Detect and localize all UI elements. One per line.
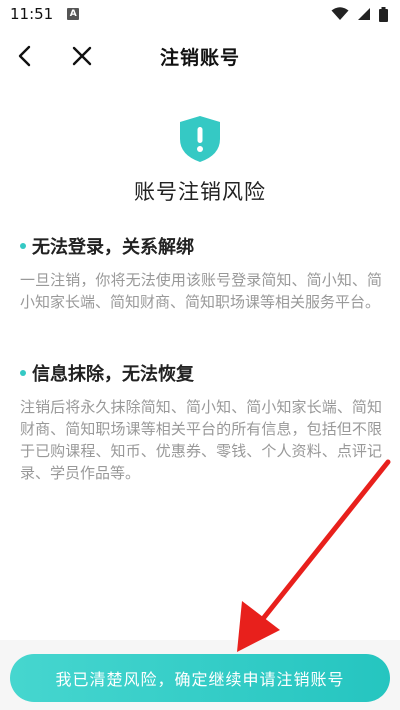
section-body: 注销后将永久抹除简知、简小知、简小知家长端、简知财商、简知职场课等相关平台的所有… <box>20 398 382 482</box>
section-title: 无法登录，关系解绑 <box>32 237 194 258</box>
risk-section-data: 信息抹除，无法恢复 注销后将永久抹除简知、简小知、简小知家长端、简知财商、简知职… <box>20 360 382 484</box>
signal-icon <box>358 8 370 20</box>
confirm-deactivate-button[interactable]: 我已清楚风险，确定继续申请注销账号 <box>10 654 390 702</box>
status-time: 11:51 <box>10 5 54 23</box>
section-title: 信息抹除，无法恢复 <box>32 364 194 385</box>
section-head: 无法登录，关系解绑 <box>20 233 382 259</box>
risk-section-login: 无法登录，关系解绑 一旦注销，你将无法使用该账号登录简知、简小知、简小知家长端、… <box>20 233 382 313</box>
notification-badge: A <box>67 8 80 20</box>
battery-icon <box>379 6 388 22</box>
close-icon[interactable] <box>68 42 96 70</box>
status-bar: 11:51 A <box>0 0 400 28</box>
status-right <box>331 6 388 22</box>
bullet-dot <box>20 243 26 249</box>
shield-alert-icon <box>180 116 220 162</box>
risk-title: 账号注销风险 <box>134 180 266 204</box>
bullet-dot <box>20 370 26 376</box>
page-title: 注销账号 <box>159 46 240 69</box>
section-head: 信息抹除，无法恢复 <box>20 360 382 386</box>
annotation-arrow <box>237 459 391 652</box>
nav-bar: 注销账号 <box>0 30 400 82</box>
section-body: 一旦注销，你将无法使用该账号登录简知、简小知、简小知家长端、简知财商、简知职场课… <box>20 271 382 311</box>
wifi-icon <box>331 7 349 20</box>
back-arrow-icon[interactable] <box>12 42 40 70</box>
status-left: 11:51 A <box>10 5 80 23</box>
